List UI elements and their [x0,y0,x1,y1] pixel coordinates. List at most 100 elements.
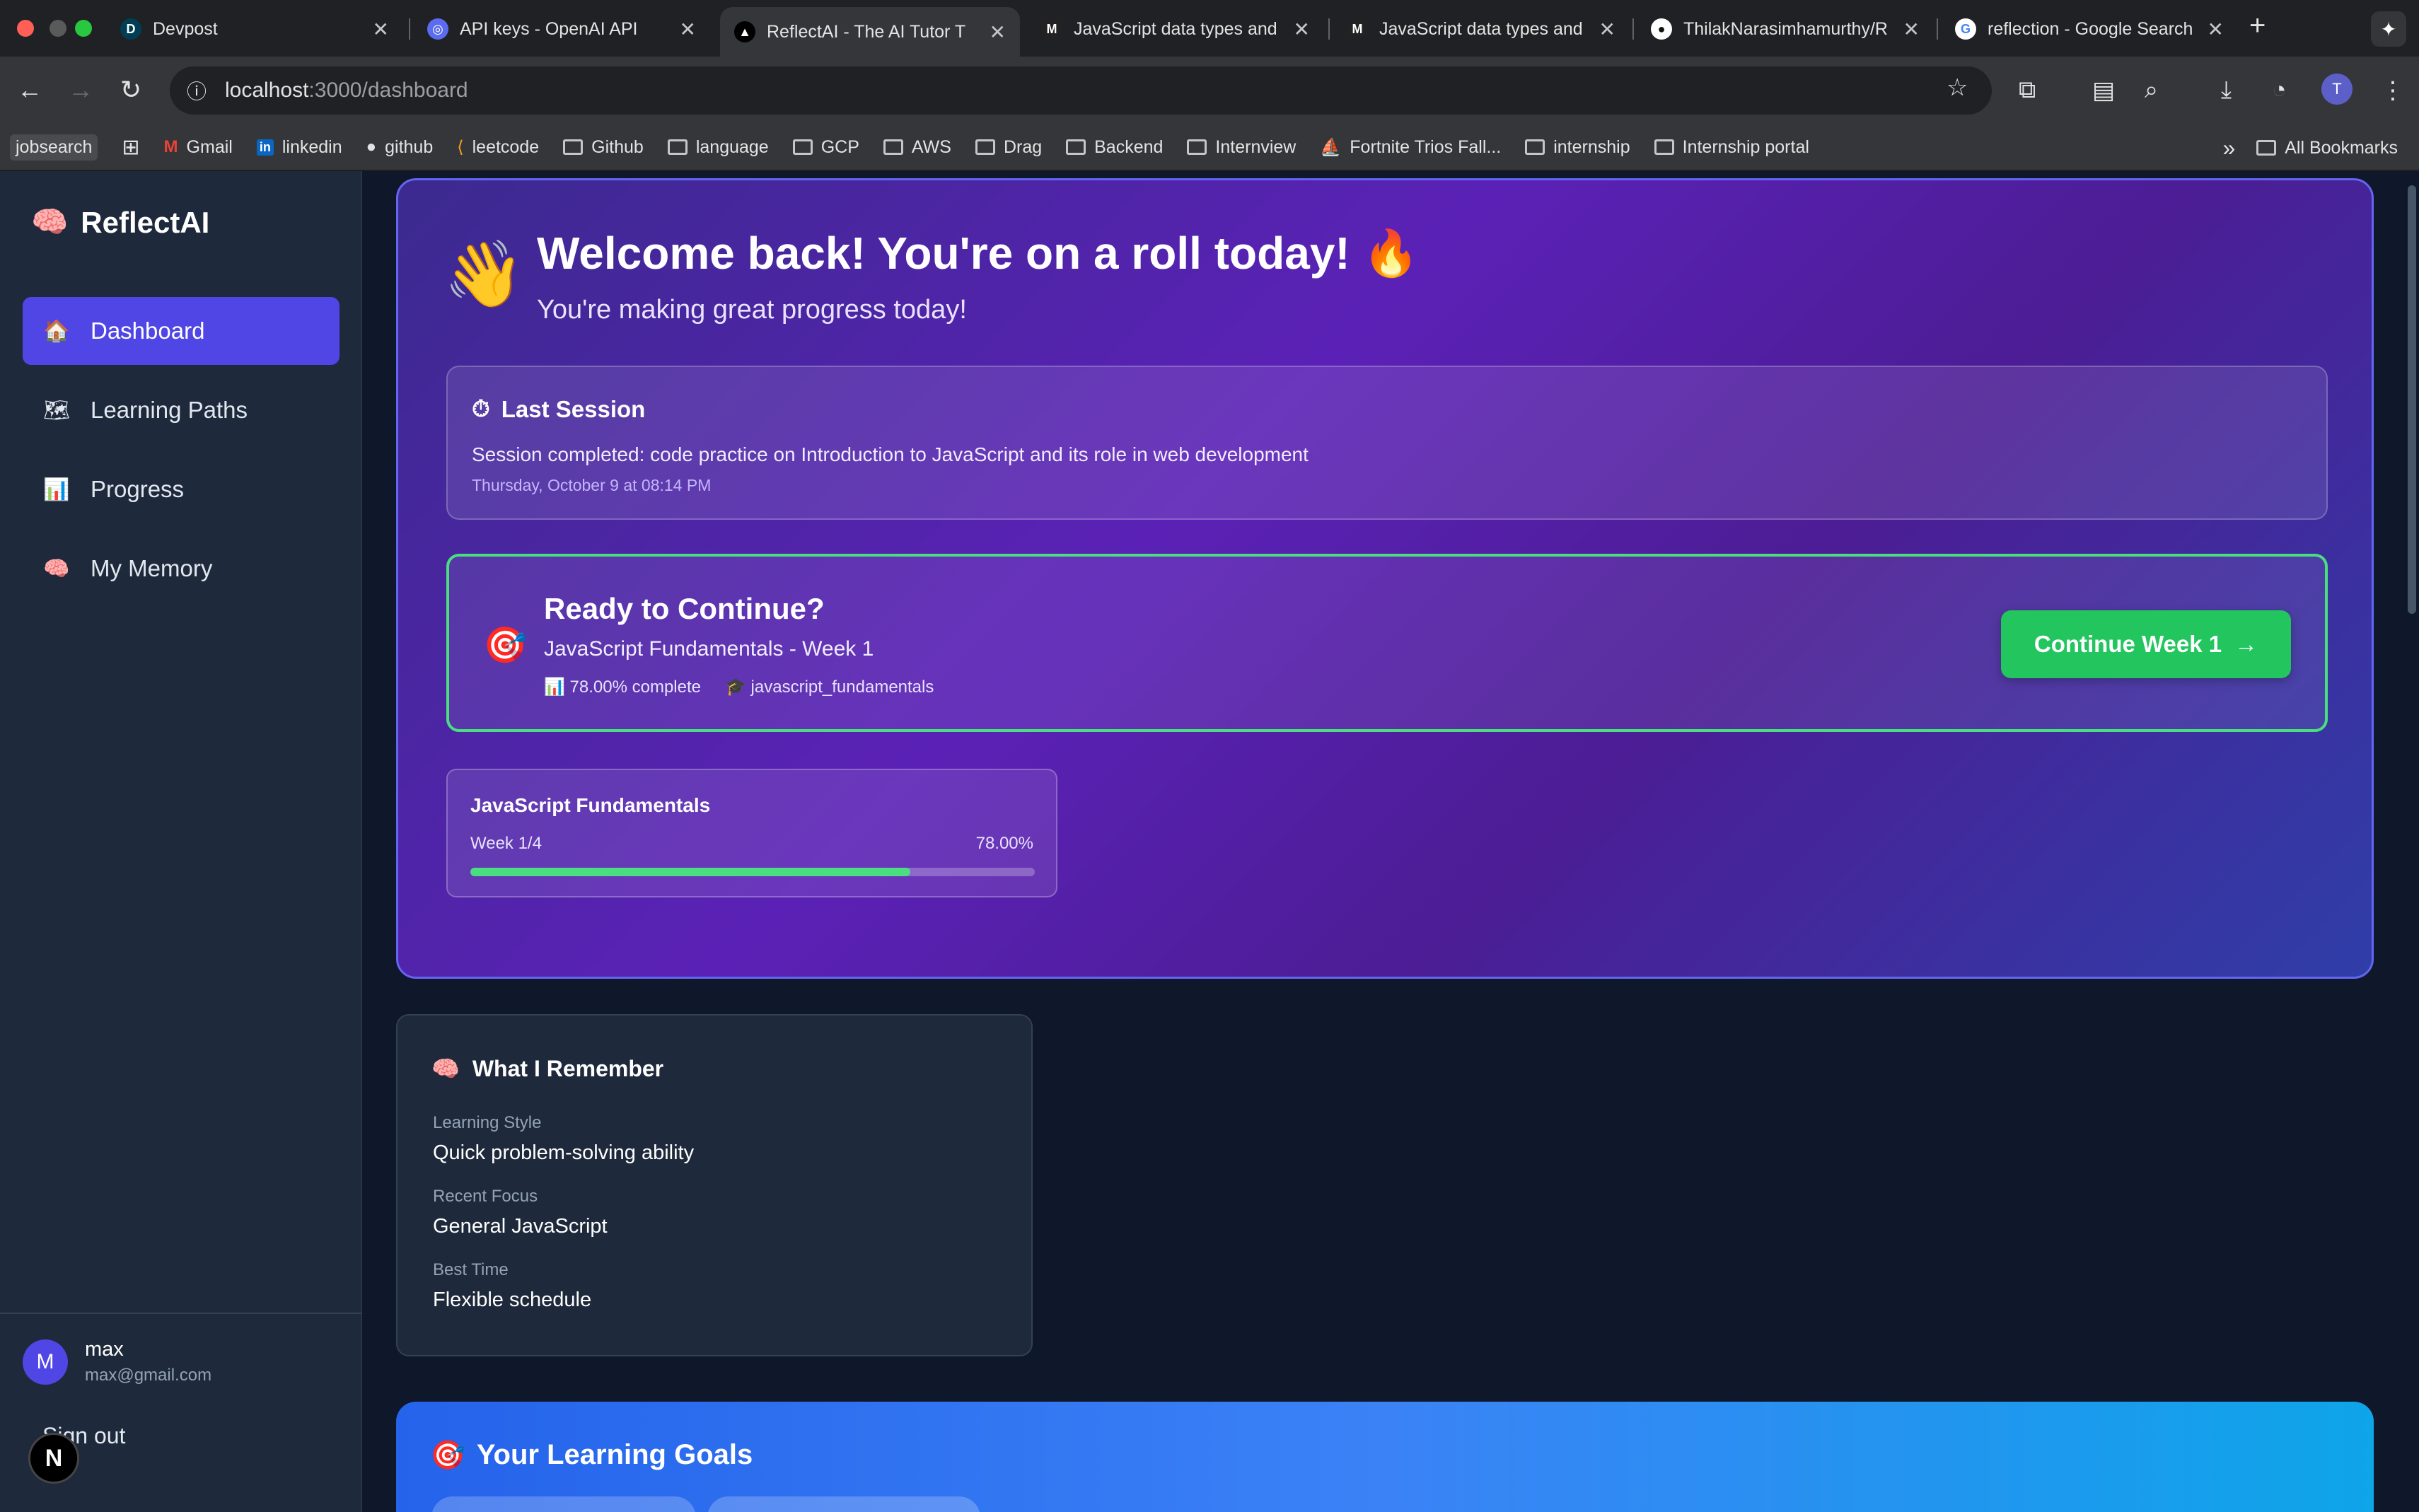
bookmark-folder[interactable]: Drag [975,137,1042,158]
brand-logo[interactable]: 🧠 ReflectAI [31,205,209,240]
medium-favicon-icon: M [1347,18,1368,40]
memory-value: General JavaScript [433,1215,608,1238]
tab-search-icon[interactable]: ⌕ [2145,76,2158,104]
sidebar-item-progress[interactable]: 📊 Progress [23,455,340,523]
tab-title: JavaScript data types and [1074,18,1277,39]
bookmark-folder[interactable]: Backend [1066,137,1163,158]
memory-item: Recent Focus General JavaScript [433,1187,608,1238]
linkedin-icon: in [256,139,274,156]
browser-tab[interactable]: ◎ API keys - OpenAI API ✕ [413,7,710,51]
continue-button-label: Continue Week 1 [2034,631,2222,657]
goal-chip[interactable] [431,1496,696,1512]
memory-item: Learning Style Quick problem-solving abi… [433,1113,694,1165]
nextjs-dev-badge-icon[interactable]: N [28,1433,79,1484]
learning-path-card[interactable]: JavaScript Fundamentals Week 1/4 78.00% [446,769,1057,897]
learning-path-id: 🎓 javascript_fundamentals [725,678,934,697]
forward-arrow-icon[interactable]: → [68,75,93,105]
sidebar-divider [0,1313,362,1314]
window-minimize-button[interactable] [50,20,66,37]
browser-tab[interactable]: D Devpost ✕ [106,7,403,51]
memory-label: Learning Style [433,1113,542,1132]
continue-title: Ready to Continue? [544,592,825,625]
site-info-icon[interactable]: ⓘ [187,76,207,105]
bookmarks-bar: jobsearch ⊞ M Gmail in linkedin ● github ⟨ l… [0,124,2419,171]
tab-close-icon[interactable]: ✕ [373,18,389,41]
tab-title: JavaScript data types and [1379,18,1583,39]
bookmark-gmail[interactable]: M Gmail [164,137,233,158]
welcome-hero: 👋 Welcome back! You're on a roll today! … [396,178,2374,979]
tab-close-icon[interactable]: ✕ [1599,18,1615,41]
bookmark-label: github [385,136,434,157]
bookmark-fortnite[interactable]: ⛵ Fortnite Trios Fall... [1320,137,1501,158]
path-percent: 78.00% [975,834,1033,853]
user-profile[interactable]: M max max@gmail.com [23,1338,211,1385]
memory-value: Quick problem-solving ability [433,1141,695,1164]
browser-tab[interactable]: M JavaScript data types and ✕ [1027,7,1324,51]
avatar: M [23,1339,68,1385]
leetcode-icon: ⟨ [457,137,464,157]
back-arrow-icon[interactable]: ← [17,75,42,105]
url-host: localhost [225,78,309,102]
bookmark-folder[interactable]: internship [1525,137,1630,158]
bookmark-label: linkedin [282,136,342,157]
bookmark-folder[interactable]: Internship portal [1654,137,1809,158]
openai-favicon-icon: ◎ [427,18,448,40]
sidebar-item-dashboard[interactable]: 🏠 Dashboard [23,297,340,365]
reload-icon[interactable]: ↻ [120,75,141,105]
apps-grid-icon[interactable]: ⊞ [122,135,139,160]
goal-chip[interactable] [707,1496,980,1512]
bar-chart-icon: 📊 [43,477,70,501]
more-bookmarks-chevron-icon[interactable]: » [2222,135,2235,161]
continue-week-button[interactable]: Continue Week 1 → [2001,610,2291,678]
bookmark-github[interactable]: ● github [366,137,434,158]
bookmark-label: Backend [1094,136,1164,157]
bookmark-folder[interactable]: language [667,136,769,158]
fortnite-icon: ⛵ [1320,137,1342,157]
bookmark-leetcode[interactable]: ⟨ leetcode [457,137,539,158]
tab-close-icon[interactable]: ✕ [680,18,696,41]
extensions-puzzle-icon[interactable]: ⧉ [2019,76,2036,104]
memory-card: 🧠 What I Remember Learning Style Quick p… [396,1014,1033,1356]
brain-icon: 🧠 [431,1056,460,1081]
path-title: JavaScript Fundamentals [470,794,711,816]
gmail-icon: M [163,137,178,156]
window-maximize-button[interactable] [75,20,92,37]
browser-toolbar: ← → ↻ ⓘ localhost:3000/dashboard ☆ ⧉ ▤ ⌕… [0,57,2419,124]
reading-list-icon[interactable]: ▤ [2092,76,2115,105]
kebab-menu-icon[interactable]: ⋮ [2381,76,2405,105]
bookmark-folder[interactable]: Internview [1187,137,1296,158]
folder-icon [1654,139,1674,155]
sidebar-item-learning-paths[interactable]: 🗺 Learning Paths [23,376,340,444]
sidebar-item-my-memory[interactable]: 🧠 My Memory [23,535,340,603]
page-scrollbar-thumb[interactable] [2408,185,2416,614]
bookmark-folder[interactable]: Github [563,137,644,158]
browser-tab-active[interactable]: ▲ ReflectAI - The AI Tutor T ✕ [720,7,1020,57]
browser-tab[interactable]: G reflection - Google Search ✕ [1941,7,2238,51]
bookmark-label: language [695,136,769,157]
target-icon: 🎯 [430,1440,465,1471]
address-bar[interactable]: ⓘ localhost:3000/dashboard [170,66,1992,115]
gemini-spark-icon[interactable]: ✦ [2371,11,2406,47]
waving-hand-icon: 👋 [443,238,525,310]
folder-icon [975,139,995,155]
browser-tab[interactable]: ● ThilakNarasimhamurthy/R ✕ [1637,7,1934,51]
download-icon[interactable]: ⤓ [2221,76,2232,104]
tab-close-icon[interactable]: ✕ [2208,18,2224,41]
browser-tab[interactable]: M JavaScript data types and ✕ [1333,7,1630,51]
performance-icon[interactable]: ◔ [2272,76,2287,104]
profile-avatar[interactable]: T [2321,74,2353,105]
tab-close-icon[interactable]: ✕ [990,21,1006,44]
tab-close-icon[interactable]: ✕ [1903,18,1920,41]
bookmark-linkedin[interactable]: in linkedin [256,136,342,158]
page-subtitle: You're making great progress today! [537,295,967,325]
bookmark-folder[interactable]: AWS [883,137,951,158]
bookmark-jobsearch[interactable]: jobsearch [10,134,98,161]
continue-subtitle: JavaScript Fundamentals - Week 1 [544,637,874,661]
bookmark-star-icon[interactable]: ☆ [1947,74,1968,102]
all-bookmarks[interactable]: All Bookmarks [2256,138,2398,158]
new-tab-plus-icon[interactable]: + [2249,10,2266,42]
bookmark-folder[interactable]: GCP [792,137,859,158]
window-close-button[interactable] [17,20,34,37]
home-icon: 🏠 [43,319,70,343]
tab-close-icon[interactable]: ✕ [1294,18,1310,41]
